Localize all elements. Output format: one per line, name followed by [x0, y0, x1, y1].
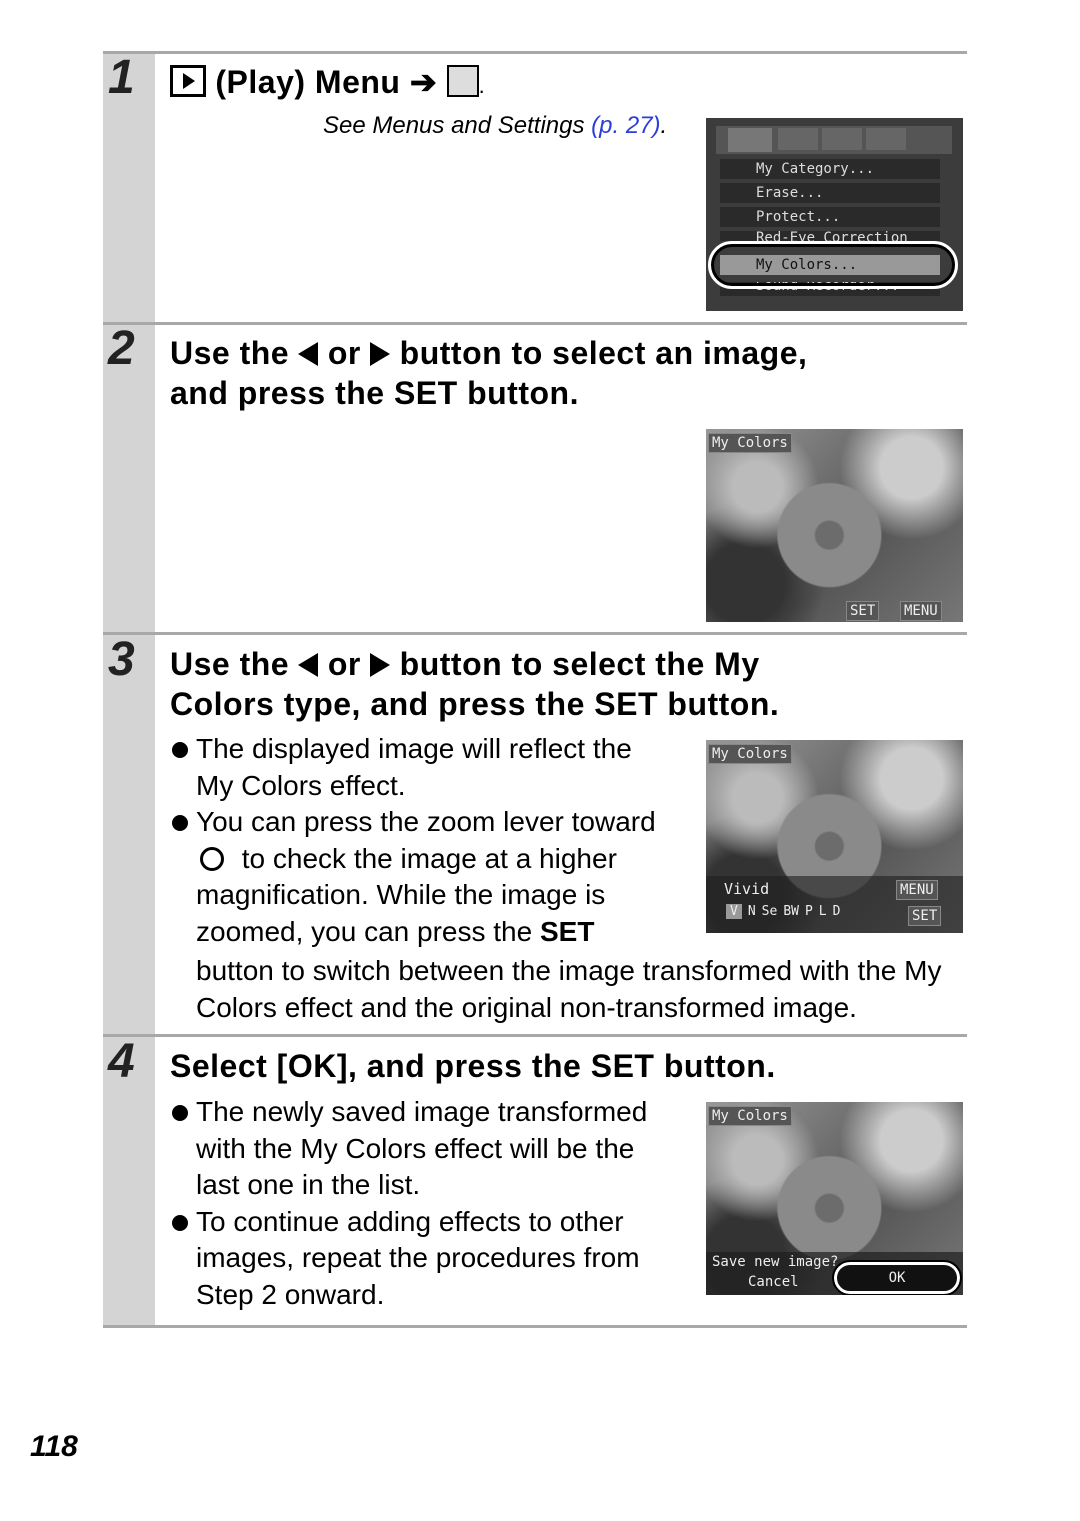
mode: BW [783, 904, 799, 919]
camera-screen: My Colors Save new image? Cancel OK [706, 1102, 963, 1295]
page-link[interactable]: (p. 27) [591, 112, 660, 139]
step-number: 4 [108, 1035, 135, 1088]
step-number: 3 [108, 633, 135, 686]
zoom-magnifier-icon [200, 846, 224, 871]
my-colors-label: My Colors [708, 433, 792, 453]
page-number: 118 [30, 1430, 78, 1463]
mymenu-tab [866, 128, 906, 150]
save-prompt: Save new image? [712, 1254, 839, 1270]
menu-item: Protect... [720, 207, 940, 227]
setup-tab [822, 128, 862, 150]
menu-label: MENU [896, 880, 938, 900]
arrow-icon: ➔ [409, 64, 438, 100]
set-label: SET [846, 601, 880, 621]
step-3-heading: Use the or button to select the My Color… [170, 646, 780, 722]
divider [103, 1034, 967, 1037]
step-2-heading: Use the or button to select an image, an… [170, 335, 808, 411]
mode: D [832, 904, 841, 919]
step-number: 1 [108, 51, 135, 104]
mode: N [747, 904, 756, 919]
print-tab [778, 128, 818, 150]
step-4-body: The newly saved image transformed with t… [170, 1094, 670, 1313]
ok-option-selected: OK [832, 1260, 962, 1295]
bullet: The displayed image will reflect the My … [170, 731, 670, 804]
menu-screen: My Category... Erase... Protect... Red-E… [706, 118, 963, 311]
menu-item: Red-Eye Correction [720, 231, 940, 241]
set-label: SET [908, 906, 942, 926]
my-colors-icon [446, 65, 479, 97]
bullet: You can press the zoom lever toward to c… [170, 804, 670, 950]
step-number: 2 [108, 322, 135, 375]
cancel-option: Cancel [748, 1274, 799, 1290]
step-4-heading: Select [OK], and press the SET button. [170, 1048, 776, 1084]
left-arrow-icon [298, 342, 319, 366]
play-icon [170, 65, 206, 97]
camera-screen: My Colors Vivid MENU V N Se BW P L D SET [706, 740, 963, 933]
divider [103, 1325, 967, 1328]
menu-item: My Category... [720, 159, 940, 179]
camera-screen: My Colors SET MENU [706, 429, 963, 622]
menu-label: MENU [900, 601, 942, 621]
mode: Se [761, 904, 778, 919]
mode-name: Vivid [724, 880, 770, 898]
mode-vivid: V [726, 904, 742, 919]
my-colors-label: My Colors [708, 1106, 792, 1126]
right-arrow-icon [370, 342, 391, 366]
divider [103, 51, 967, 54]
step-3-body: The displayed image will reflect the My … [170, 731, 670, 950]
bullet: To continue adding effects to other imag… [170, 1204, 670, 1314]
bullet: The newly saved image transformed with t… [170, 1094, 670, 1204]
mode-strip: V N Se BW P L D [726, 904, 840, 919]
bullet-continuation: button to switch between the image trans… [196, 955, 942, 1023]
play-tab [728, 128, 772, 152]
selection-highlight [708, 241, 958, 289]
divider [103, 322, 967, 325]
mode: P [804, 904, 813, 919]
see-reference: See Menus and Settings (p. 27). [323, 112, 668, 139]
mode: L [818, 904, 827, 919]
my-colors-label: My Colors [708, 744, 792, 764]
menu-item: Erase... [720, 183, 940, 203]
right-arrow-icon [370, 653, 391, 677]
divider [103, 632, 967, 635]
step-1-heading: (Play) Menu ➔ . [170, 62, 485, 106]
left-arrow-icon [298, 653, 319, 677]
gutter [103, 52, 155, 1328]
